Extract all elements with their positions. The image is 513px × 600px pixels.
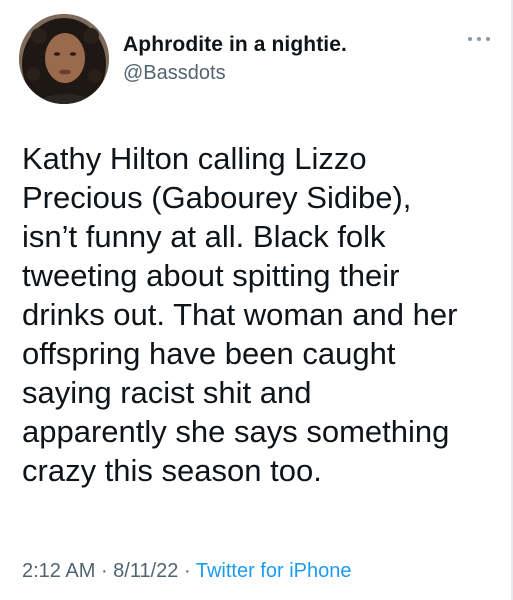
tweet-metadata: 2:12 AM · 8/11/22 · Twitter for iPhone — [22, 560, 351, 583]
tweet-text-line: tweeting about spitting their — [22, 258, 400, 293]
tweet-text-line: crazy this season too. — [22, 453, 322, 488]
author-handle[interactable]: @Bassdots — [123, 62, 226, 85]
meta-separator: · — [178, 560, 196, 582]
tweet-text-line: Precious (Gabourey Sidibe), — [22, 180, 412, 215]
tweet-text-line: drinks out. That woman and her — [22, 297, 458, 332]
more-options-icon[interactable] — [466, 32, 492, 46]
tweet-text-line: isn’t funny at all. Black folk — [22, 219, 386, 254]
tweet-time[interactable]: 2:12 AM — [22, 560, 95, 582]
tweet-date[interactable]: 8/11/22 — [113, 560, 178, 582]
avatar[interactable] — [19, 14, 109, 104]
tweet-text-line: Kathy Hilton calling Lizzo — [22, 141, 367, 176]
meta-separator: · — [95, 560, 114, 582]
tweet-text-line: saying racist shit and — [22, 375, 312, 410]
author-display-name[interactable]: Aphrodite in a nightie. — [123, 33, 347, 57]
tweet-source-link[interactable]: Twitter for iPhone — [196, 560, 352, 582]
profile-photo-icon — [19, 14, 109, 104]
tweet-text-line: offspring have been caught — [22, 336, 396, 371]
tweet-text: Kathy Hilton calling Lizzo Precious (Gab… — [22, 139, 502, 490]
tweet-text-line: apparently she says something — [22, 414, 450, 449]
tweet: Aphrodite in a nightie. @Bassdots Kathy … — [0, 0, 513, 600]
